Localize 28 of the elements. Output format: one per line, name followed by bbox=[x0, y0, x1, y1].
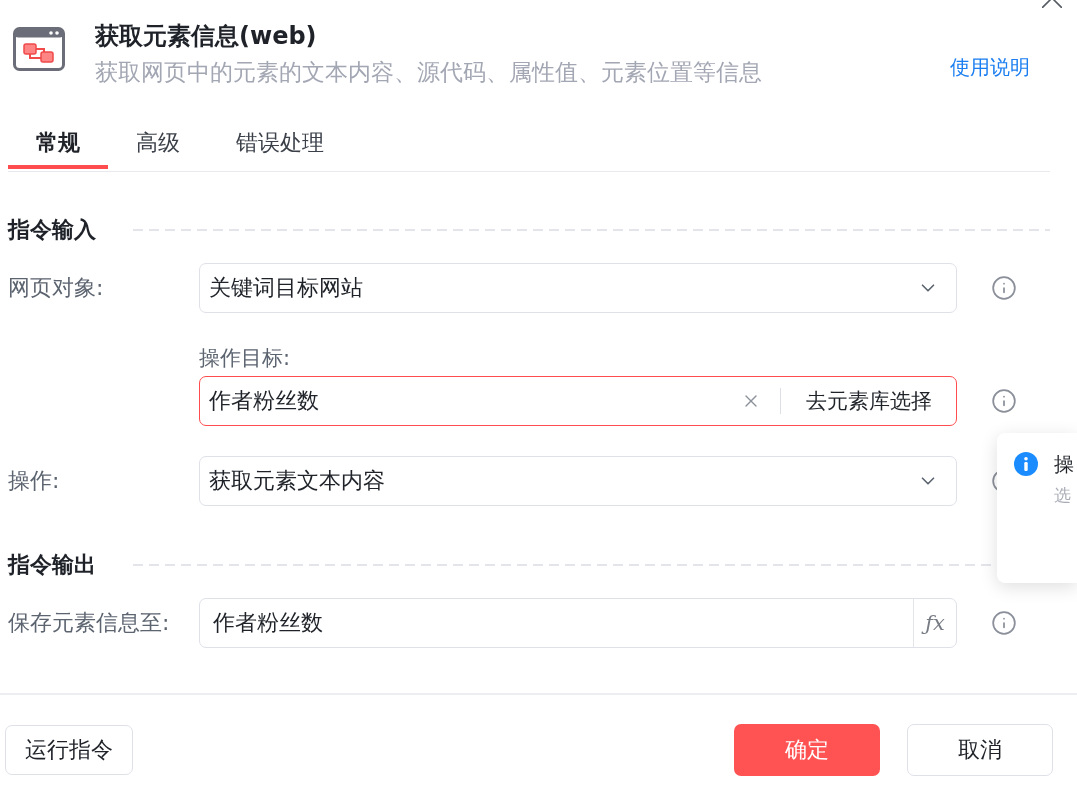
field-label: 网页对象: bbox=[8, 275, 104, 301]
close-icon[interactable] bbox=[1042, 0, 1062, 8]
section-title: 指令输出 bbox=[8, 551, 96, 579]
library-select-button[interactable]: 去元素库选择 bbox=[781, 377, 956, 425]
field-label: 操作: bbox=[8, 468, 60, 494]
field-label: 操作目标: bbox=[199, 346, 291, 370]
help-link[interactable]: 使用说明 bbox=[950, 54, 1030, 80]
variable-input-field[interactable]: 作者粉丝数 ƒx bbox=[199, 598, 957, 648]
tooltip-text: 选 bbox=[1054, 484, 1072, 506]
field-label: 保存元素信息至: bbox=[8, 610, 170, 636]
tab[interactable]: 高级 bbox=[108, 121, 208, 169]
section-title: 指令输入 bbox=[8, 216, 96, 244]
element-picker-field[interactable]: 作者粉丝数 去元素库选择 bbox=[199, 376, 957, 426]
dialog-title: 获取元素信息(web) bbox=[95, 21, 317, 51]
tooltip-title: 操 bbox=[1054, 452, 1075, 476]
expression-button[interactable]: ƒx bbox=[913, 599, 956, 647]
select-field[interactable]: 获取元素文本内容 bbox=[199, 456, 957, 506]
info-icon[interactable] bbox=[990, 275, 1017, 301]
tab[interactable]: 常规 bbox=[8, 121, 108, 169]
run-command-button[interactable]: 运行指令 bbox=[5, 725, 133, 775]
info-icon[interactable] bbox=[990, 388, 1017, 414]
info-filled-icon bbox=[1014, 452, 1038, 476]
dialog-description: 获取网页中的元素的文本内容、源代码、属性值、元素位置等信息 bbox=[95, 59, 762, 85]
cancel-button[interactable]: 取消 bbox=[907, 724, 1053, 776]
select-field[interactable]: 关键词目标网站 bbox=[199, 263, 957, 313]
browser-window-icon bbox=[13, 27, 65, 71]
info-icon[interactable] bbox=[990, 610, 1017, 636]
tab[interactable]: 错误处理 bbox=[208, 121, 352, 169]
